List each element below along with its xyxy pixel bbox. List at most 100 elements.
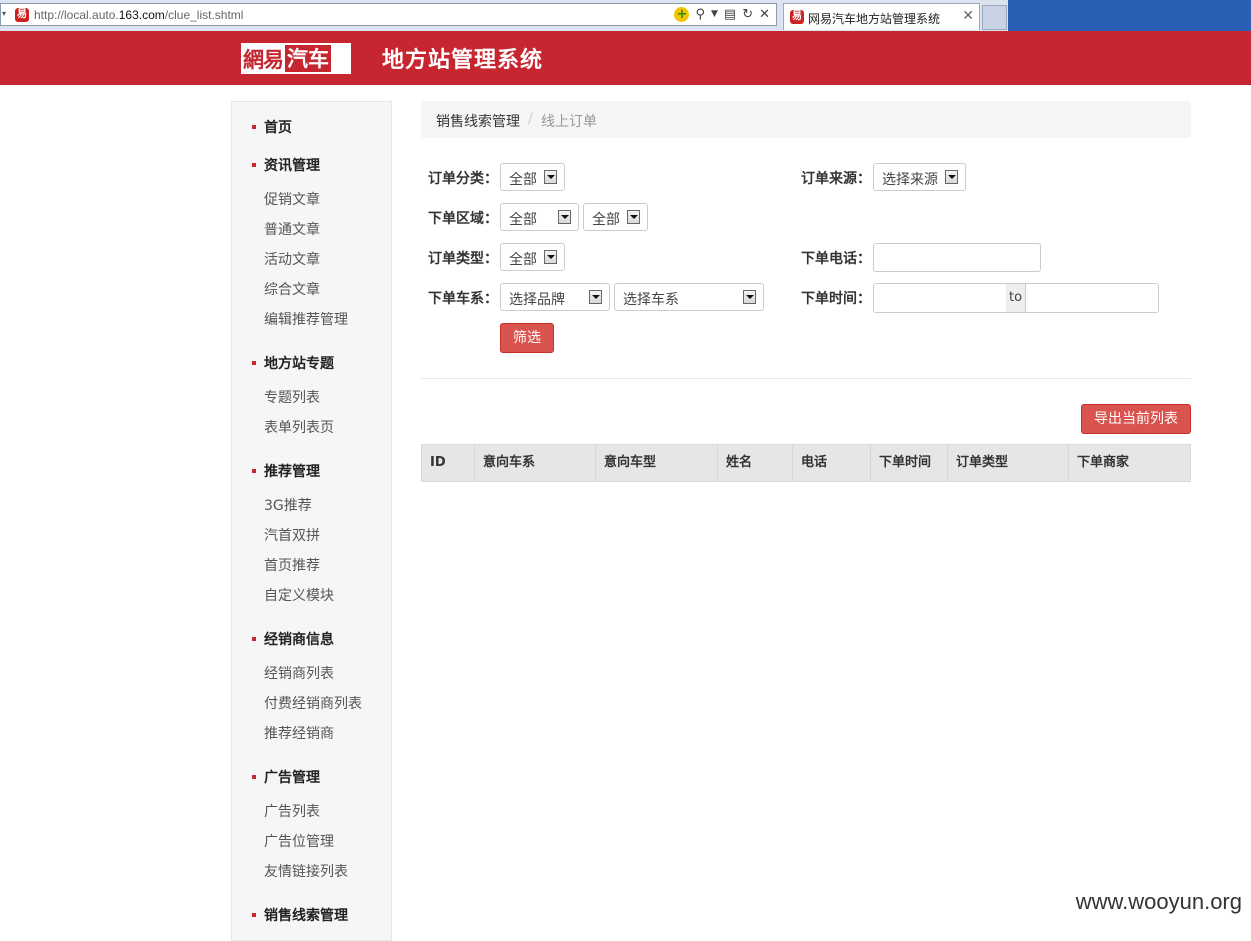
dropdown-arrow-icon bbox=[558, 210, 571, 224]
bullet-icon bbox=[252, 637, 256, 641]
column-header-model: 意向车型 bbox=[596, 445, 718, 481]
time-to-input[interactable] bbox=[1025, 283, 1159, 313]
orders-table-header: ID 意向车系 意向车型 姓名 电话 下单时间 订单类型 下单商家 bbox=[421, 444, 1191, 482]
site-title: 地方站管理系统 bbox=[382, 47, 544, 73]
dropdown-arrow-icon bbox=[544, 250, 557, 264]
netease-auto-logo[interactable]: 網易 汽车 bbox=[241, 43, 351, 74]
sidebar-section-ads[interactable]: 广告管理 bbox=[252, 767, 320, 787]
watermark-text: www.wooyun.org bbox=[1075, 889, 1242, 914]
brand-select[interactable]: 选择品牌 bbox=[500, 283, 610, 311]
sidebar-item-editor-picks[interactable]: 编辑推荐管理 bbox=[264, 309, 348, 329]
sidebar-item-dealer-list[interactable]: 经销商列表 bbox=[264, 663, 334, 683]
bullet-icon bbox=[252, 125, 256, 129]
sidebar-item-event-articles[interactable]: 活动文章 bbox=[264, 249, 320, 269]
time-label: 下单时间： bbox=[801, 291, 871, 307]
dropdown-arrow-icon bbox=[544, 170, 557, 184]
compat-page-icon[interactable]: ▤ bbox=[724, 7, 736, 22]
sidebar-item-topic-list[interactable]: 专题列表 bbox=[264, 387, 320, 407]
tab-title: 网易汽车地方站管理系统 bbox=[808, 12, 941, 26]
browser-tab[interactable]: 易 网易汽车地方站管理系统 ✕ bbox=[783, 3, 980, 30]
order-type-value: 全部 bbox=[509, 252, 537, 268]
region-city-select[interactable]: 全部 bbox=[583, 203, 648, 231]
url-text[interactable]: http://local.auto.163.com/clue_list.shtm… bbox=[34, 8, 243, 22]
order-source-select[interactable]: 选择来源 bbox=[873, 163, 966, 191]
new-tab-button[interactable] bbox=[982, 5, 1007, 30]
address-bar[interactable]: ▾ 易 http://local.auto.163.com/clue_list.… bbox=[0, 3, 777, 26]
filter-button[interactable]: 筛选 bbox=[500, 323, 554, 353]
order-category-select[interactable]: 全部 bbox=[500, 163, 565, 191]
brand-value: 选择品牌 bbox=[509, 292, 565, 308]
region-province-select[interactable]: 全部 bbox=[500, 203, 579, 231]
column-header-id: ID bbox=[422, 445, 475, 481]
breadcrumb-parent[interactable]: 销售线索管理 bbox=[436, 111, 520, 131]
sidebar-item-ad-slots[interactable]: 广告位管理 bbox=[264, 831, 334, 851]
sidebar-item-homepage-recommend[interactable]: 首页推荐 bbox=[264, 555, 320, 575]
breadcrumb-separator: / bbox=[528, 111, 533, 127]
browser-chrome: ▾ 易 http://local.auto.163.com/clue_list.… bbox=[0, 0, 1251, 31]
dropdown-arrow-icon[interactable]: ▾ bbox=[2, 9, 6, 18]
bullet-icon bbox=[252, 361, 256, 365]
sidebar-section-recommend[interactable]: 推荐管理 bbox=[252, 461, 320, 481]
sidebar-item-promo-articles[interactable]: 促销文章 bbox=[264, 189, 320, 209]
region-province-value: 全部 bbox=[509, 212, 537, 228]
order-type-select[interactable]: 全部 bbox=[500, 243, 565, 271]
bullet-icon bbox=[252, 163, 256, 167]
time-from-input[interactable] bbox=[873, 283, 1007, 313]
sidebar-item-ad-list[interactable]: 广告列表 bbox=[264, 801, 320, 821]
column-header-series: 意向车系 bbox=[475, 445, 596, 481]
order-source-label: 订单来源： bbox=[801, 171, 871, 187]
bullet-icon bbox=[252, 775, 256, 779]
export-list-button[interactable]: 导出当前列表 bbox=[1081, 404, 1191, 434]
site-favicon-icon: 易 bbox=[15, 8, 29, 22]
refresh-icon[interactable]: ↻ bbox=[742, 7, 753, 22]
stop-icon[interactable]: ✕ bbox=[759, 7, 770, 22]
divider bbox=[421, 378, 1191, 379]
address-bar-tools: + ⚲ ▼ ▤ ↻ ✕ bbox=[674, 7, 770, 22]
phone-label: 下单电话： bbox=[801, 251, 871, 267]
column-header-phone: 电话 bbox=[793, 445, 871, 481]
search-dropdown-icon[interactable]: ▼ bbox=[711, 7, 718, 22]
sidebar-item-friend-links[interactable]: 友情链接列表 bbox=[264, 861, 348, 881]
close-icon[interactable]: ✕ bbox=[962, 8, 974, 24]
sidebar-item-dual[interactable]: 汽首双拼 bbox=[264, 525, 320, 545]
sidebar-section-dealers[interactable]: 经销商信息 bbox=[252, 629, 334, 649]
search-icon[interactable]: ⚲ bbox=[695, 7, 705, 22]
column-header-name: 姓名 bbox=[718, 445, 793, 481]
column-header-order-type: 订单类型 bbox=[948, 445, 1069, 481]
region-label: 下单区域： bbox=[428, 211, 498, 227]
dropdown-arrow-icon bbox=[589, 290, 602, 304]
sidebar-section-home[interactable]: 首页 bbox=[252, 117, 292, 137]
dropdown-arrow-icon bbox=[945, 170, 958, 184]
titlebar-background bbox=[1008, 0, 1251, 31]
logo-text-netease: 網易 bbox=[243, 46, 284, 72]
series-select[interactable]: 选择车系 bbox=[614, 283, 764, 311]
site-header: 網易 汽车 地方站管理系统 bbox=[0, 31, 1251, 85]
order-category-value: 全部 bbox=[509, 172, 537, 188]
series-value: 选择车系 bbox=[623, 292, 679, 308]
column-header-merchant: 下单商家 bbox=[1077, 455, 1130, 470]
order-type-label: 订单类型： bbox=[428, 251, 498, 267]
sidebar-section-news[interactable]: 资讯管理 bbox=[252, 155, 320, 175]
order-category-label: 订单分类： bbox=[428, 171, 498, 187]
sidebar-item-recommended-dealers[interactable]: 推荐经销商 bbox=[264, 723, 334, 743]
sidebar-item-general-articles[interactable]: 综合文章 bbox=[264, 279, 320, 299]
sidebar-item-custom-module[interactable]: 自定义模块 bbox=[264, 585, 334, 605]
sidebar-section-topics[interactable]: 地方站专题 bbox=[252, 353, 334, 373]
compatibility-view-icon[interactable]: + bbox=[674, 7, 690, 22]
sidebar-item-paid-dealers[interactable]: 付费经销商列表 bbox=[264, 693, 362, 713]
logo-text-auto: 汽车 bbox=[285, 45, 331, 72]
bullet-icon bbox=[252, 469, 256, 473]
breadcrumb-current: 线上订单 bbox=[541, 114, 597, 130]
region-city-value: 全部 bbox=[592, 212, 620, 228]
tab-favicon-icon: 易 bbox=[790, 10, 804, 24]
sidebar-item-form-list[interactable]: 表单列表页 bbox=[264, 417, 334, 437]
sidebar-item-normal-articles[interactable]: 普通文章 bbox=[264, 219, 320, 239]
sidebar-nav: 首页 资讯管理 促销文章 普通文章 活动文章 综合文章 编辑推荐管理 地方站专题… bbox=[231, 101, 392, 941]
breadcrumb: 销售线索管理 / 线上订单 bbox=[421, 101, 1191, 138]
phone-input[interactable] bbox=[873, 243, 1041, 272]
dropdown-arrow-icon bbox=[743, 290, 756, 304]
dropdown-arrow-icon bbox=[627, 210, 640, 224]
sidebar-section-sales-leads[interactable]: 销售线索管理 bbox=[252, 905, 348, 925]
sidebar-item-3g[interactable]: 3G推荐 bbox=[264, 495, 312, 515]
order-source-value: 选择来源 bbox=[882, 172, 938, 188]
